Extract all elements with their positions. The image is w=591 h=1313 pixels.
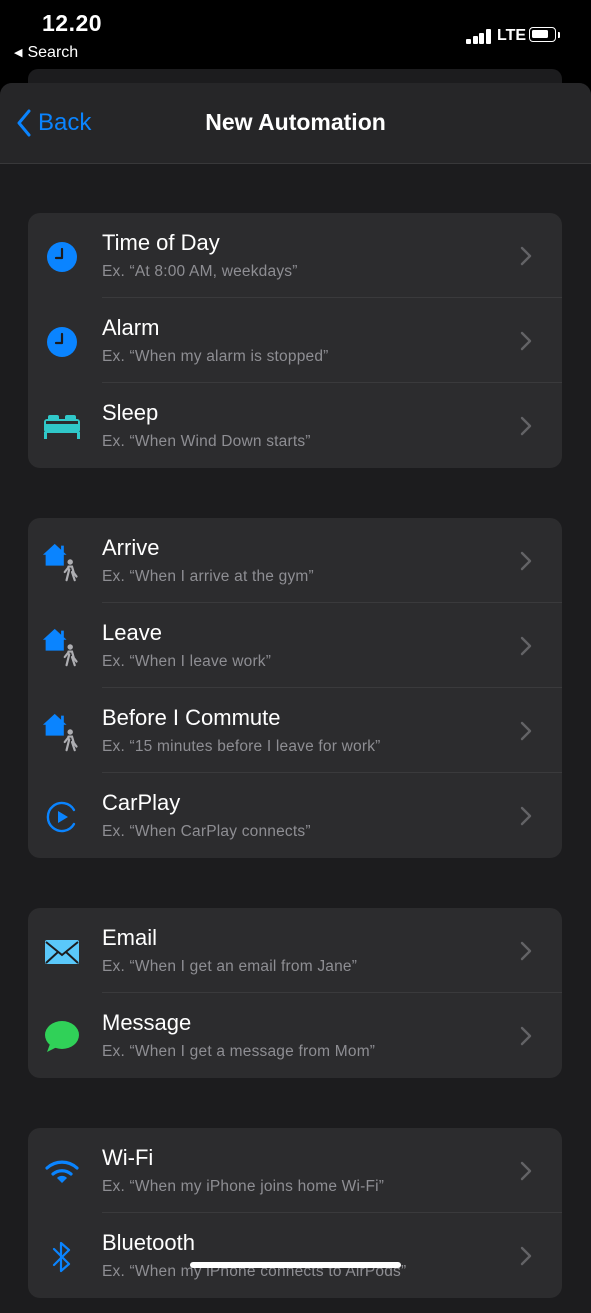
chevron-right-icon [520,941,532,961]
trigger-row-alarm[interactable]: Alarm Ex. “When my alarm is stopped” [28,298,562,383]
cellular-signal-icon [466,27,494,44]
battery-tip [558,32,560,38]
trigger-row-wi-fi[interactable]: Wi-Fi Ex. “When my iPhone joins home Wi-F… [28,1128,562,1213]
chevron-right-icon [520,331,532,351]
trigger-title: Leave [102,620,162,645]
navigation-bar: Back New Automation [0,83,591,164]
trigger-example: Ex. “When I arrive at the gym” [102,568,314,585]
trigger-title: Time of Day [102,230,220,255]
clock-icon [42,322,82,362]
trigger-example: Ex. “When my alarm is stopped” [102,348,329,365]
page-title: New Automation [205,109,386,135]
trigger-title: Email [102,925,158,950]
chevron-right-icon [520,246,532,266]
trigger-group: Email Ex. “When I get an email from Jane”… [28,908,562,1078]
trigger-group: Time of Day Ex. “At 8:00 AM, weekdays” Ala… [28,213,562,468]
trigger-example: Ex. “When CarPlay connects” [102,823,311,840]
home-person-icon [42,542,82,582]
trigger-row-email[interactable]: Email Ex. “When I get an email from Jane” [28,908,562,993]
trigger-group: Wi-Fi Ex. “When my iPhone joins home Wi-F… [28,1128,562,1298]
trigger-title: CarPlay [102,790,181,815]
trigger-example: Ex. “When I leave work” [102,653,272,670]
trigger-title: Alarm [102,315,160,340]
status-time: 12.20 [42,10,103,36]
trigger-row-time-of-day[interactable]: Time of Day Ex. “At 8:00 AM, weekdays” [28,213,562,298]
message-bubble-icon [42,1017,82,1057]
chevron-right-icon [520,1246,532,1266]
trigger-title: Before I Commute [102,705,281,730]
network-type: LTE [497,27,527,44]
clock-icon [42,237,82,277]
trigger-title: Bluetooth [102,1230,195,1255]
chevron-right-icon [520,1161,532,1181]
chevron-right-icon [520,636,532,656]
trigger-example: Ex. “When my iPhone joins home Wi-Fi” [102,1178,385,1195]
home-person-icon [42,627,82,667]
chevron-right-icon [520,806,532,826]
signal-bar [466,39,471,44]
chevron-right-icon [520,551,532,571]
trigger-example: Ex. “When Wind Down starts” [102,433,311,450]
trigger-row-message[interactable]: Message Ex. “When I get a message from Mo… [28,993,562,1078]
home-indicator[interactable] [190,1262,401,1268]
trigger-title: Wi-Fi [102,1145,154,1170]
trigger-example: Ex. “When I get a message from Mom” [102,1043,376,1060]
wifi-icon [42,1152,82,1192]
trigger-group: Arrive Ex. “When I arrive at the gym” Leav… [28,518,562,858]
battery-level [532,30,548,38]
back-to-app-link[interactable]: ◀ Search [14,44,78,62]
battery-icon [529,27,556,42]
trigger-title: Message [102,1010,192,1035]
chevron-right-icon [520,416,532,436]
trigger-row-arrive[interactable]: Arrive Ex. “When I arrive at the gym” [28,518,562,603]
chevron-right-icon [520,721,532,741]
trigger-title: Arrive [102,535,160,560]
trigger-row-carplay[interactable]: CarPlay Ex. “When CarPlay connects” [28,773,562,858]
signal-bar [485,29,491,44]
home-person-icon [42,712,82,752]
back-to-app-label: Search [27,44,79,61]
trigger-title: Sleep [102,400,159,425]
trigger-example: Ex. “At 8:00 AM, weekdays” [102,263,298,280]
signal-bar [472,36,478,44]
bed-icon [42,407,82,447]
trigger-example: Ex. “15 minutes before I leave for work” [102,738,381,755]
bluetooth-icon [42,1237,82,1277]
trigger-row-before-i-commute[interactable]: Before I Commute Ex. “15 minutes before I… [28,688,562,773]
envelope-icon [42,932,82,972]
chevron-right-icon [520,1026,532,1046]
trigger-row-leave[interactable]: Leave Ex. “When I leave work” [28,603,562,688]
trigger-example: Ex. “When I get an email from Jane” [102,958,358,975]
trigger-row-sleep[interactable]: Sleep Ex. “When Wind Down starts” [28,383,562,468]
signal-bar [479,33,484,44]
status-bar: 12.20 ◀ Search LTE [0,0,591,70]
trigger-row-bluetooth[interactable]: Bluetooth Ex. “When my iPhone connects to… [28,1213,562,1298]
back-triangle-icon: ◀ [14,47,23,59]
carplay-icon [42,797,82,837]
